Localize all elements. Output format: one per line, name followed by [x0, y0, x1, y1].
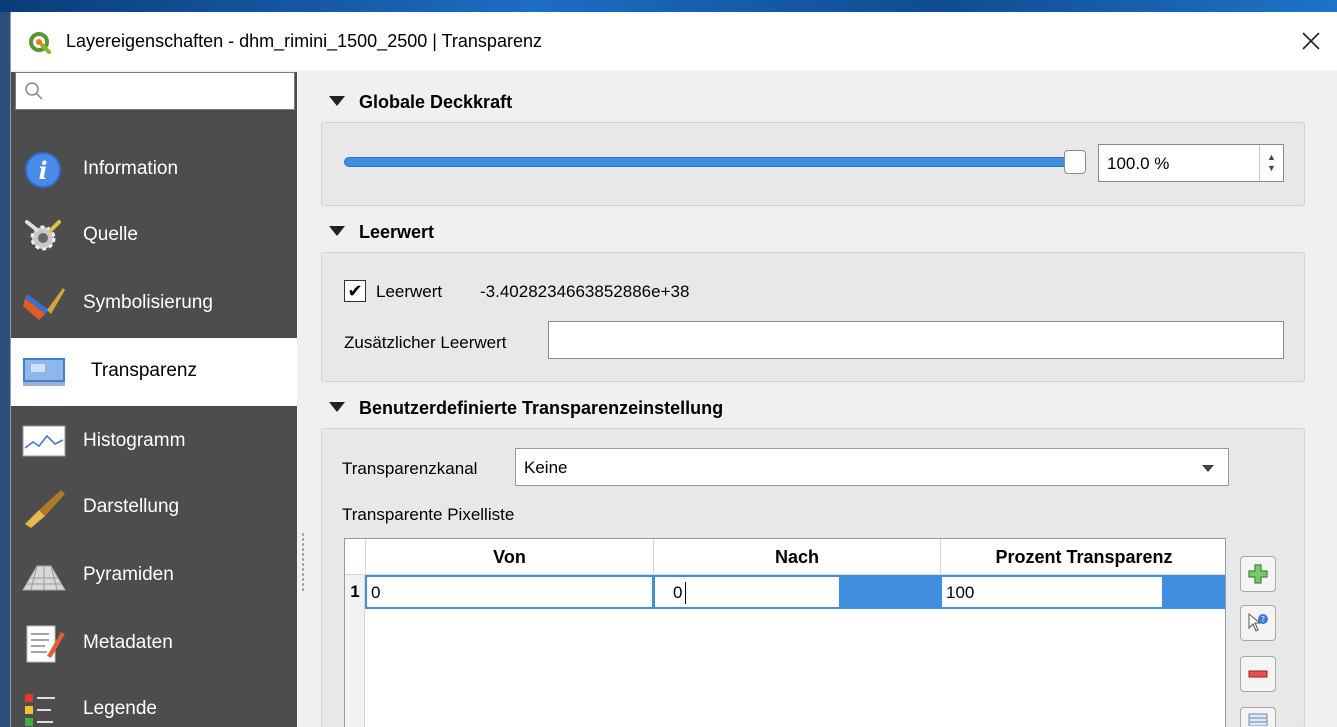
nodata-checkbox[interactable]: ✔ — [344, 280, 366, 302]
table-header: Von Nach Prozent Transparenz — [345, 539, 1225, 575]
nodata-group: ✔ Leerwert -3.4028234663852886e+38 Zusät… — [321, 252, 1305, 382]
metadata-icon — [26, 625, 65, 663]
desktop-background — [0, 0, 1337, 12]
custom-transparency-group: Transparenzkanal Keine Transparente Pixe… — [321, 428, 1305, 727]
cursor-query-icon: ? — [1248, 612, 1268, 632]
desktop-edge — [0, 12, 10, 727]
title-bar: Layereigenschaften - dhm_rimini_1500_250… — [11, 12, 1337, 70]
sidebar-item-label: Histogramm — [83, 430, 186, 451]
sidebar-item-symbolisierung[interactable]: Symbolisierung — [11, 270, 297, 338]
sidebar-item-label: Pyramiden — [83, 564, 174, 585]
svg-text:i: i — [38, 156, 47, 185]
transparency-icon — [23, 358, 65, 386]
source-wrench-icon — [25, 220, 61, 251]
column-header-von[interactable]: Von — [365, 539, 653, 575]
sidebar-item-label: Metadaten — [83, 632, 173, 653]
sidebar-item-information[interactable]: i Information — [11, 136, 297, 204]
cell-prozent[interactable]: 100 — [941, 576, 1163, 608]
table-icon — [1248, 713, 1268, 726]
remove-row-button[interactable] — [1240, 656, 1276, 692]
collapse-triangle-icon — [329, 226, 345, 237]
section-header-opacity[interactable]: Globale Deckkraft — [329, 92, 512, 113]
cell-nach[interactable]: 0 — [654, 576, 840, 608]
chevron-down-icon — [1202, 465, 1214, 472]
search-icon — [25, 82, 43, 100]
qgis-logo-icon — [29, 32, 51, 54]
opacity-group: 100.0 % ▲ ▼ — [321, 122, 1305, 206]
additional-nodata-label: Zusätzlicher Leerwert — [344, 333, 507, 352]
close-button[interactable] — [1294, 24, 1328, 58]
sidebar-item-quelle[interactable]: Quelle — [11, 202, 297, 270]
nodata-checkbox-label: Leerwert — [376, 282, 443, 301]
spin-arrows[interactable]: ▲ ▼ — [1259, 145, 1283, 181]
spin-down-icon[interactable]: ▼ — [1267, 163, 1276, 174]
text-caret — [685, 582, 686, 604]
transparency-channel-label: Transparenzkanal — [342, 459, 478, 478]
sidebar-item-transparenz[interactable]: Transparenz — [11, 338, 297, 406]
collapse-triangle-icon — [329, 402, 345, 413]
spin-up-icon[interactable]: ▲ — [1267, 152, 1276, 163]
pixel-list-label: Transparente Pixelliste — [342, 505, 515, 524]
transparency-page: Globale Deckkraft 100.0 % ▲ ▼ Leerwert ✔… — [311, 72, 1337, 727]
legend-icon — [25, 694, 55, 726]
pick-from-map-button[interactable]: ? — [1240, 605, 1276, 641]
sidebar-item-darstellung[interactable]: Darstellung — [11, 474, 297, 542]
opacity-spinbox[interactable]: 100.0 % ▲ ▼ — [1098, 144, 1284, 182]
add-row-button[interactable] — [1240, 556, 1276, 592]
paintbrush-icon — [23, 288, 65, 320]
sidebar-item-label: Legende — [83, 698, 157, 719]
sidebar-item-metadaten[interactable]: Metadaten — [11, 610, 297, 678]
remove-minus-icon — [1248, 670, 1268, 678]
window-title: Layereigenschaften - dhm_rimini_1500_250… — [66, 31, 542, 51]
default-values-button[interactable] — [1240, 707, 1276, 727]
sidebar: i Information Quelle Symbolisierung Tran… — [11, 72, 297, 727]
sidebar-item-label: Information — [83, 158, 179, 179]
section-header-nodata[interactable]: Leerwert — [329, 222, 434, 243]
layer-properties-dialog: Layereigenschaften - dhm_rimini_1500_250… — [10, 12, 1337, 727]
render-brush-icon — [25, 490, 65, 528]
transparency-channel-select[interactable]: Keine — [515, 448, 1229, 486]
add-plus-icon — [1248, 564, 1268, 584]
section-header-custom-transparency[interactable]: Benutzerdefinierte Transparenzeinstellun… — [329, 398, 723, 419]
nodata-value: -3.4028234663852886e+38 — [480, 282, 690, 301]
opacity-value: 100.0 % — [1107, 154, 1170, 173]
checkmark-icon: ✔ — [347, 280, 363, 301]
search-input[interactable] — [15, 72, 295, 110]
sidebar-item-label: Quelle — [83, 224, 138, 245]
sidebar-item-label: Transparenz — [91, 360, 197, 381]
splitter-handle[interactable] — [301, 532, 305, 592]
info-icon: i — [25, 152, 61, 188]
sidebar-item-pyramiden[interactable]: Pyramiden — [11, 542, 297, 610]
column-header-nach[interactable]: Nach — [653, 539, 940, 575]
opacity-slider-track[interactable] — [344, 157, 1072, 167]
sidebar-item-legende[interactable]: Legende — [11, 676, 297, 727]
pyramid-icon — [22, 565, 66, 591]
sidebar-item-label: Darstellung — [83, 496, 180, 517]
pixel-list-table: Von Nach Prozent Transparenz 1 0 0 100 — [344, 538, 1226, 727]
histogram-icon — [22, 425, 66, 457]
column-header-prozent[interactable]: Prozent Transparenz — [940, 539, 1225, 575]
svg-text:?: ? — [1261, 615, 1265, 624]
opacity-slider-handle[interactable] — [1064, 150, 1086, 174]
sidebar-item-label: Symbolisierung — [83, 292, 213, 313]
sidebar-item-histogramm[interactable]: Histogramm — [11, 408, 297, 476]
collapse-triangle-icon — [329, 96, 345, 107]
additional-nodata-input[interactable] — [548, 321, 1284, 359]
close-icon — [1302, 32, 1320, 50]
cell-von[interactable]: 0 — [366, 576, 653, 608]
row-number[interactable]: 1 — [345, 575, 365, 609]
